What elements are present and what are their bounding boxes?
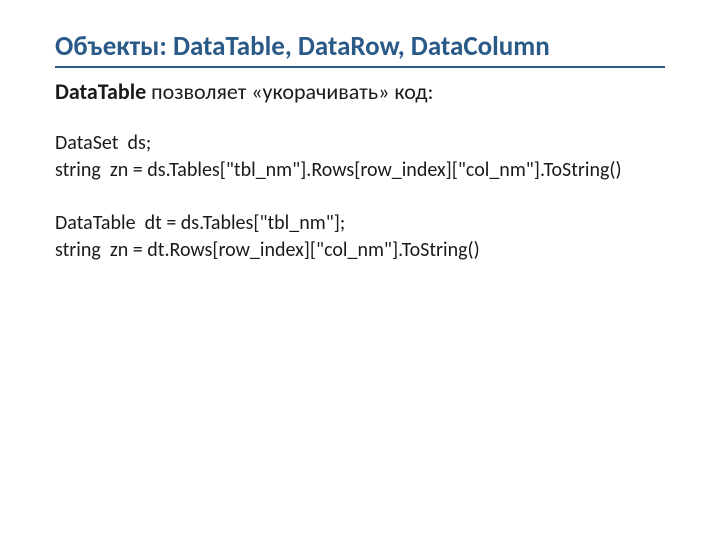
intro-text: DataTable позволяет «укорачивать» код: [55,78,665,107]
slide-title: Объекты: DataTable, DataRow, DataColumn [55,30,665,64]
code-gap [55,184,665,210]
title-underline [55,66,665,68]
code-block-1: DataSet ds; string zn = ds.Tables["tbl_n… [55,130,665,184]
code-line: DataTable dt = ds.Tables["tbl_nm"]; [55,210,665,237]
intro-rest: позволяет «укорачивать» код: [146,78,433,105]
code-block-2: DataTable dt = ds.Tables["tbl_nm"]; stri… [55,210,665,264]
code-line: DataSet ds; [55,130,665,157]
code-line: string zn = dt.Rows[row_index]["col_nm"]… [55,237,665,264]
code-line: string zn = ds.Tables["tbl_nm"].Rows[row… [55,157,665,184]
intro-bold: DataTable [55,78,146,105]
